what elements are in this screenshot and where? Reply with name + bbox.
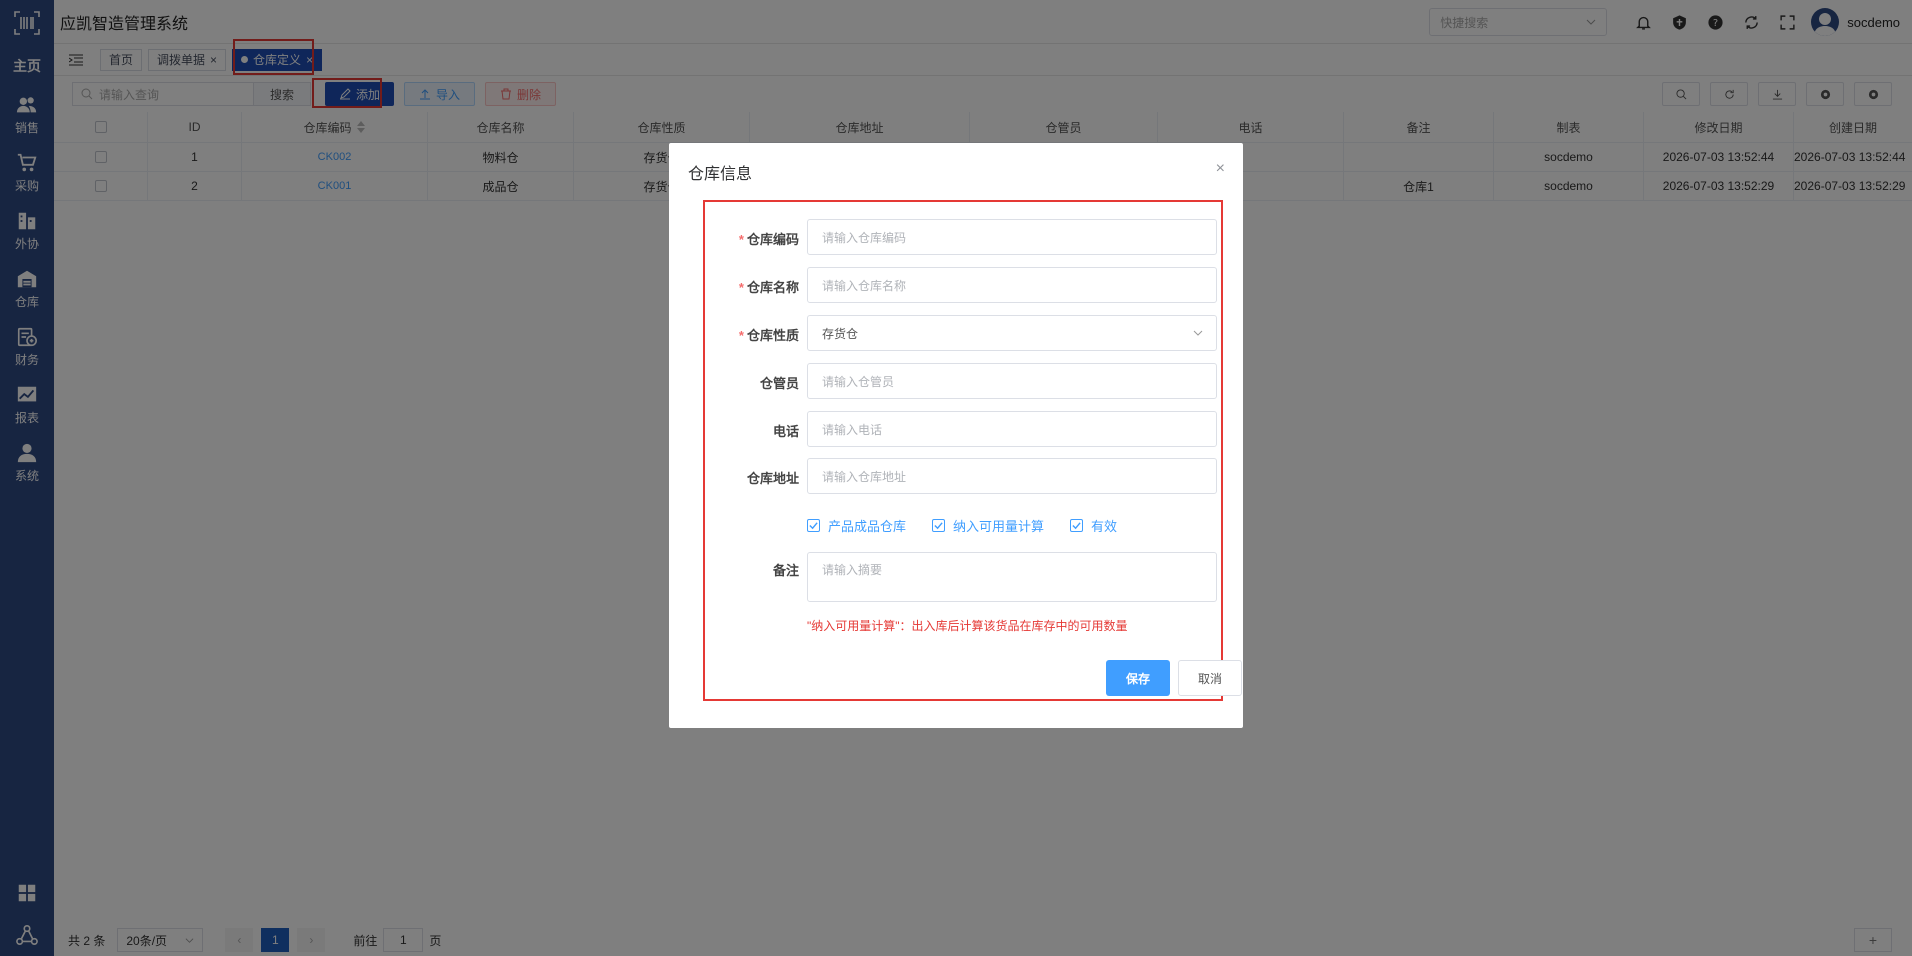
warehouse-name-input[interactable]: 请输入仓库名称 xyxy=(807,267,1217,303)
warehouse-keeper-input[interactable]: 请输入仓管员 xyxy=(807,363,1217,399)
form-row-keeper: 仓管员 请输入仓管员 xyxy=(705,363,1221,399)
required-mark: * xyxy=(738,328,744,343)
select-value: 存货仓 xyxy=(822,326,859,341)
chevron-down-icon xyxy=(1193,330,1203,336)
field-label-phone: 电话 xyxy=(772,424,799,439)
remark-textarea[interactable]: 请输入摘要 xyxy=(807,552,1217,602)
dialog-title: 仓库信息 xyxy=(688,166,753,183)
form-row-code: * 仓库编码 请输入仓库编码 xyxy=(705,219,1221,255)
form-row-phone: 电话 请输入电话 xyxy=(705,411,1221,447)
checkbox-checked-icon xyxy=(932,519,946,532)
field-label-remark: 备注 xyxy=(772,563,799,578)
phone-input[interactable]: 请输入电话 xyxy=(807,411,1217,447)
cancel-button[interactable]: 取消 xyxy=(1178,660,1242,696)
checkbox-checked-icon xyxy=(1070,519,1084,532)
save-button[interactable]: 保存 xyxy=(1106,660,1170,696)
form-row-address: 仓库地址 请输入仓库地址 xyxy=(705,458,1221,494)
form-row-nature: * 仓库性质 存货仓 xyxy=(705,315,1221,351)
checkbox-label: 产品成品仓库 xyxy=(828,519,907,534)
field-label-keeper: 仓管员 xyxy=(759,376,799,391)
form-row-remark: 备注 请输入摘要 xyxy=(705,552,1221,602)
required-mark: * xyxy=(738,232,744,247)
field-label-text: 仓库编码 xyxy=(746,232,799,247)
field-label-address: 仓库地址 xyxy=(746,471,799,486)
checkbox-label: 有效 xyxy=(1091,519,1118,534)
close-icon: × xyxy=(1215,160,1225,177)
warehouse-code-input[interactable]: 请输入仓库编码 xyxy=(807,219,1217,255)
checkbox-group: 产品成品仓库 纳入可用量计算 有效 xyxy=(807,516,1143,535)
warehouse-nature-select[interactable]: 存货仓 xyxy=(807,315,1217,351)
field-label-name: * 仓库名称 xyxy=(705,277,799,296)
field-label-text: 仓库性质 xyxy=(746,328,799,343)
checkbox-label: 纳入可用量计算 xyxy=(953,519,1045,534)
field-label-text: 仓库名称 xyxy=(746,280,799,295)
app-root: 主页 销售 采购 外协 仓库 财务 报表 系统 xyxy=(0,0,1912,956)
warehouse-address-input[interactable]: 请输入仓库地址 xyxy=(807,458,1217,494)
dialog-close-button[interactable]: × xyxy=(1216,160,1225,178)
available-quantity-note: "纳入可用量计算"：出入库后计算该货品在库存中的可用数量 xyxy=(807,619,1128,633)
warehouse-form: * 仓库编码 请输入仓库编码 * 仓库名称 请输入仓库名称 * 仓库性质 存货仓 仓管… xyxy=(703,200,1242,701)
required-mark: * xyxy=(738,280,744,295)
field-label-code: * 仓库编码 xyxy=(705,229,799,248)
valid-checkbox[interactable]: 有效 xyxy=(1070,516,1117,535)
field-label-nature: * 仓库性质 xyxy=(705,325,799,344)
finished-warehouse-checkbox[interactable]: 产品成品仓库 xyxy=(807,516,906,535)
available-quantity-checkbox[interactable]: 纳入可用量计算 xyxy=(932,516,1044,535)
checkbox-checked-icon xyxy=(807,519,820,532)
form-row-name: * 仓库名称 请输入仓库名称 xyxy=(705,267,1221,303)
warehouse-info-dialog: 仓库信息 × * 仓库编码 请输入仓库编码 * 仓库名称 请输入仓库名称 * 仓库性质… xyxy=(669,143,1243,728)
